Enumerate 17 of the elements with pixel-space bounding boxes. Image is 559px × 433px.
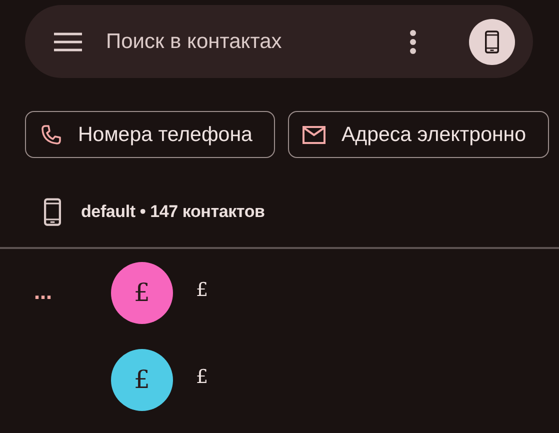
contact-avatar[interactable]: £ (111, 262, 173, 324)
search-bar[interactable]: Поиск в контактах (25, 5, 533, 78)
more-options-icon[interactable] (409, 28, 417, 54)
envelope-icon (302, 124, 326, 144)
contact-name[interactable]: £ (196, 366, 208, 388)
menu-icon[interactable] (54, 32, 82, 52)
section-label: … (33, 282, 54, 306)
filter-chip[interactable]: Адреса электронно (288, 111, 550, 158)
phone-icon (485, 30, 499, 54)
account-avatar[interactable] (469, 18, 515, 64)
filter-chip[interactable]: Номера телефона (25, 111, 276, 158)
phone-icon (44, 198, 61, 226)
account-label: default • 147 контактов (81, 202, 265, 222)
search-field[interactable]: Поиск в контактах (106, 30, 409, 54)
contact-avatar[interactable]: £ (111, 348, 173, 410)
phone-icon (39, 122, 63, 146)
contact-name[interactable]: £ (196, 278, 208, 300)
